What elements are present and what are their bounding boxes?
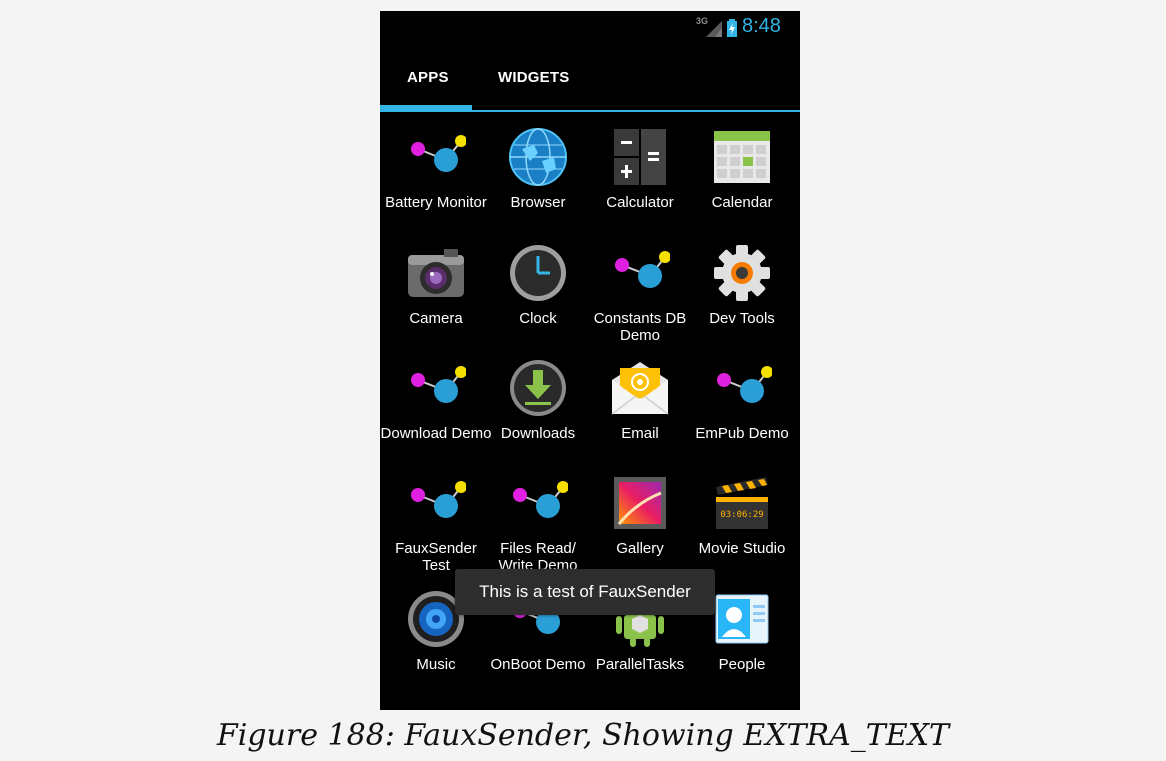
molecule-icon bbox=[411, 135, 466, 172]
app-label: Music bbox=[416, 656, 456, 673]
app-label: Email bbox=[621, 425, 659, 442]
app-empub-demo[interactable]: EmPub Demo bbox=[690, 358, 794, 466]
app-label: Calculator bbox=[606, 194, 674, 211]
app-label: ParallelTasks bbox=[595, 656, 685, 673]
signal-icon bbox=[706, 21, 722, 37]
envelope-icon bbox=[611, 362, 669, 415]
tab-apps[interactable]: APPS bbox=[407, 69, 449, 86]
app-calculator[interactable]: Calculator bbox=[588, 127, 692, 235]
clock-icon bbox=[510, 245, 566, 301]
app-download-demo[interactable]: Download Demo bbox=[381, 358, 491, 466]
app-files-read-write-demo[interactable]: Files Read/ Write Demo bbox=[486, 473, 590, 581]
app-label: Calendar bbox=[711, 194, 773, 211]
clapperboard-icon: 03:06:29 bbox=[716, 477, 768, 529]
app-gallery[interactable]: Gallery bbox=[588, 473, 692, 581]
app-label: Download Demo bbox=[380, 425, 492, 442]
network-indicator: 3G bbox=[696, 16, 722, 39]
app-clock[interactable]: Clock bbox=[486, 243, 590, 351]
app-camera[interactable]: Camera bbox=[384, 243, 488, 351]
figure-caption: Figure 188: FauxSender, Showing EXTRA_TE… bbox=[216, 718, 950, 753]
calendar-icon bbox=[714, 131, 770, 183]
globe-icon bbox=[509, 128, 567, 186]
app-browser[interactable]: Browser bbox=[486, 127, 590, 235]
app-movie-studio[interactable]: 03:06:29 Movie Studio bbox=[690, 473, 794, 581]
molecule-icon bbox=[615, 251, 670, 288]
app-label: Movie Studio bbox=[698, 540, 786, 557]
phone-screen: 3G 8:48 APPS WIDGETS Battery Monitor Bro… bbox=[380, 11, 800, 710]
app-label: Camera bbox=[409, 310, 463, 327]
gallery-icon bbox=[614, 477, 666, 529]
camera-icon bbox=[408, 249, 464, 297]
timecode-text: 03:06:29 bbox=[720, 510, 763, 520]
tab-widgets[interactable]: WIDGETS bbox=[498, 69, 569, 86]
app-email[interactable]: Email bbox=[588, 358, 692, 466]
battery-charging-icon bbox=[727, 19, 737, 37]
molecule-icon bbox=[411, 366, 466, 403]
tab-divider bbox=[380, 110, 800, 112]
app-label: People bbox=[718, 656, 766, 673]
app-label: Dev Tools bbox=[709, 310, 775, 327]
toast-notification: This is a test of FauxSender bbox=[455, 569, 715, 615]
app-constants-db-demo[interactable]: Constants DB Demo bbox=[588, 243, 692, 351]
toast-message: This is a test of FauxSender bbox=[479, 582, 691, 601]
gear-icon bbox=[714, 245, 770, 301]
calculator-icon bbox=[614, 129, 666, 185]
app-label: Constants DB Demo bbox=[593, 310, 687, 344]
app-label: EmPub Demo bbox=[695, 425, 789, 442]
status-clock: 8:48 bbox=[742, 15, 781, 37]
app-label: Battery Monitor bbox=[385, 194, 487, 211]
app-label: Downloads bbox=[500, 425, 576, 442]
app-label: Clock bbox=[519, 310, 557, 327]
app-dev-tools[interactable]: Dev Tools bbox=[690, 243, 794, 351]
contact-card-icon bbox=[715, 594, 769, 644]
app-fauxsender-test[interactable]: FauxSender Test bbox=[384, 473, 488, 581]
app-calendar[interactable]: Calendar bbox=[690, 127, 794, 235]
app-label: Browser bbox=[510, 194, 566, 211]
app-downloads[interactable]: Downloads bbox=[486, 358, 590, 466]
status-bar: 3G 8:48 bbox=[380, 11, 800, 45]
molecule-icon bbox=[513, 481, 568, 518]
molecule-icon bbox=[717, 366, 772, 403]
download-icon bbox=[510, 360, 566, 416]
app-label: OnBoot Demo bbox=[490, 656, 586, 673]
app-battery-monitor[interactable]: Battery Monitor bbox=[384, 127, 488, 235]
app-label: Gallery bbox=[616, 540, 664, 557]
molecule-icon bbox=[411, 481, 466, 518]
